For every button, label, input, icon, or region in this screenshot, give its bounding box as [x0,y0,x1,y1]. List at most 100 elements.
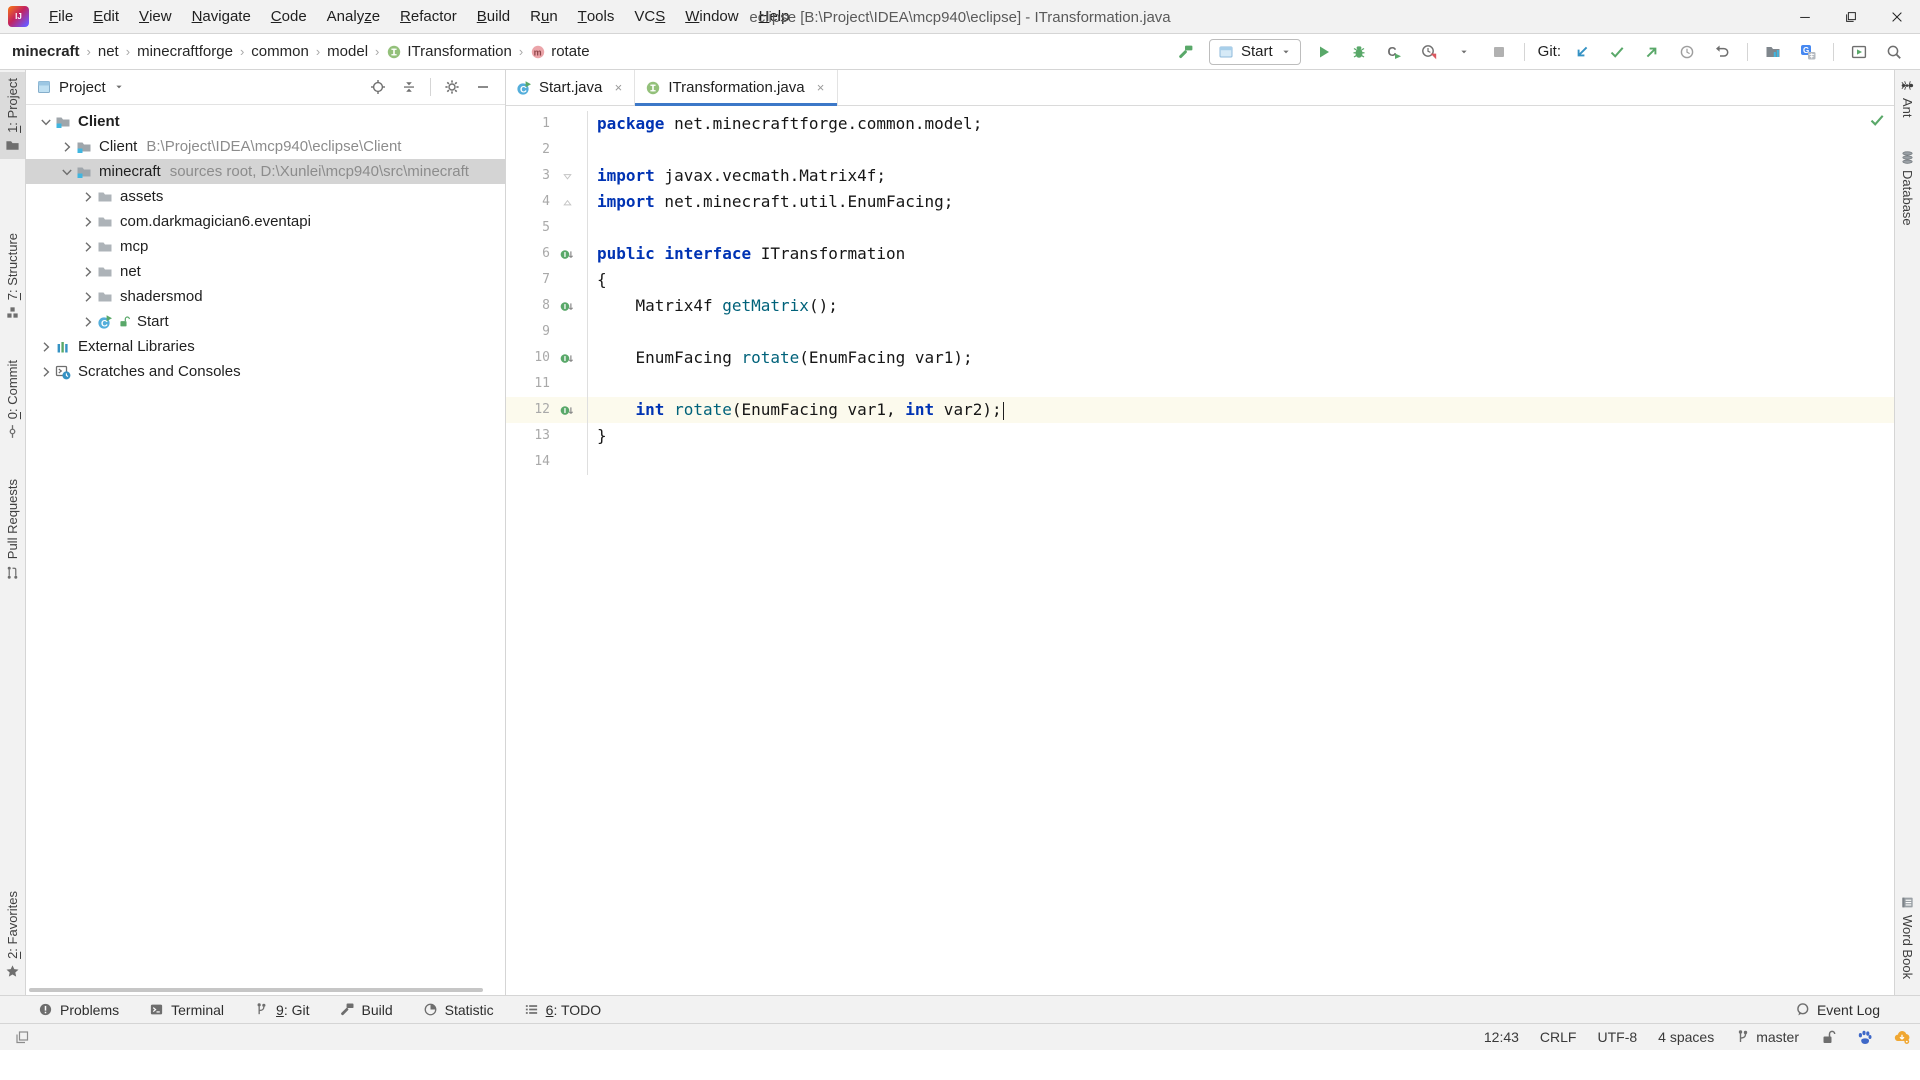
inspection-status-icon[interactable] [1869,112,1885,128]
run-with-coverage-button[interactable]: C [1382,40,1406,64]
file-encoding[interactable]: UTF-8 [1597,1029,1637,1045]
menu-edit[interactable]: Edit [83,0,129,33]
window-minimize-button[interactable] [1782,0,1828,33]
profiler-button[interactable] [1417,40,1441,64]
menu-file[interactable]: File [39,0,83,33]
window-restore-button[interactable] [1828,0,1874,33]
editor-tab-start-java[interactable]: CStart.java× [506,70,635,105]
chevron-right-icon[interactable] [80,314,97,330]
chevron-right-icon[interactable] [80,239,97,255]
code-line-8[interactable]: 8 Matrix4f getMatrix(); [506,293,1894,319]
profiler-dropdown-button[interactable] [1452,40,1476,64]
run-button[interactable] [1312,40,1336,64]
tree-item-net[interactable]: net [26,259,505,284]
chevron-right-icon[interactable] [80,189,97,205]
code-editor[interactable]: 1package net.minecraftforge.common.model… [506,106,1894,995]
tool-window-button-7-structure[interactable]: 7: Structure [0,227,25,326]
project-panel-title[interactable]: Project [59,79,106,96]
readonly-toggle-button[interactable] [1820,1029,1836,1045]
code-line-10[interactable]: 10 EnumFacing rotate(EnumFacing var1); [506,345,1894,371]
hide-panel-button[interactable] [471,75,495,99]
gutter[interactable] [558,397,588,423]
chevron-right-icon[interactable] [80,289,97,305]
tool-window-switcher-button[interactable] [10,1025,34,1049]
menu-window[interactable]: Window [675,0,748,33]
locate-file-button[interactable] [366,75,390,99]
chevron-right-icon[interactable] [59,139,76,155]
tool-window-button-0-commit[interactable]: 0: Commit [0,354,25,445]
tree-item-minecraft[interactable]: minecraftsources root, D:\Xunlei\mcp940\… [26,159,505,184]
code-line-4[interactable]: 4import net.minecraft.util.EnumFacing; [506,189,1894,215]
tool-window-button-terminal[interactable]: Terminal [149,1002,224,1018]
menu-analyze[interactable]: Analyze [317,0,390,33]
remote-host-button[interactable] [1761,40,1785,64]
commit-button[interactable] [1605,40,1629,64]
debug-button[interactable] [1347,40,1371,64]
code-line-7[interactable]: 7{ [506,267,1894,293]
scrollbar-thumb[interactable] [29,988,483,992]
close-tab-icon[interactable]: × [815,80,827,95]
collapse-all-button[interactable] [397,75,421,99]
menu-tools[interactable]: Tools [568,0,625,33]
menu-run[interactable]: Run [520,0,568,33]
panel-settings-button[interactable] [440,75,464,99]
menu-navigate[interactable]: Navigate [182,0,261,33]
editor-tab-itransformation-java[interactable]: ITransformation.java× [635,70,837,105]
tree-item-com-darkmagician6-eventapi[interactable]: com.darkmagician6.eventapi [26,209,505,234]
menu-code[interactable]: Code [261,0,317,33]
code-line-13[interactable]: 13} [506,423,1894,449]
tool-window-button-9-git[interactable]: 9: Git [254,1002,309,1018]
menu-vcs[interactable]: VCS [624,0,675,33]
gutter[interactable] [558,345,588,371]
tree-item-scratches-and-consoles[interactable]: Scratches and Consoles [26,359,505,384]
line-separator[interactable]: CRLF [1540,1029,1577,1045]
breadcrumb-rotate[interactable]: mrotate [530,43,589,60]
tool-window-button-6-todo[interactable]: 6: TODO [524,1002,602,1018]
tree-item-assets[interactable]: assets [26,184,505,209]
tree-item-shadersmod[interactable]: shadersmod [26,284,505,309]
horizontal-scrollbar[interactable] [26,986,505,995]
run-configuration-selector[interactable]: Start [1209,39,1301,65]
tool-window-button-ant[interactable]: Ant [1895,72,1920,124]
chevron-right-icon[interactable] [38,339,55,355]
settings-sync-button[interactable] [1894,1029,1910,1045]
tree-item-client[interactable]: ClientB:\Project\IDEA\mcp940\eclipse\Cli… [26,134,505,159]
tool-window-button-word-book[interactable]: Word Book [1895,889,1920,985]
tool-window-button-event-log[interactable]: Event Log [1795,1002,1880,1018]
gutter[interactable] [558,241,588,267]
code-line-1[interactable]: 1package net.minecraftforge.common.model… [506,111,1894,137]
indent-style[interactable]: 4 spaces [1658,1029,1714,1045]
close-tab-icon[interactable]: × [612,80,624,95]
code-line-6[interactable]: 6public interface ITransformation [506,241,1894,267]
code-line-3[interactable]: 3import javax.vecmath.Matrix4f; [506,163,1894,189]
chevron-right-icon[interactable] [38,364,55,380]
breadcrumb-common[interactable]: common [251,43,309,60]
menu-refactor[interactable]: Refactor [390,0,467,33]
menu-view[interactable]: View [129,0,182,33]
caret-position[interactable]: 12:43 [1484,1029,1519,1045]
git-branch[interactable]: master [1735,1029,1799,1045]
tree-item-external-libraries[interactable]: External Libraries [26,334,505,359]
breadcrumb-model[interactable]: model [327,43,368,60]
code-line-9[interactable]: 9 [506,319,1894,345]
chevron-right-icon[interactable] [80,264,97,280]
chevron-down-icon[interactable] [59,164,76,180]
translate-button[interactable]: G [1796,40,1820,64]
breadcrumb-minecraftforge[interactable]: minecraftforge [137,43,233,60]
build-project-button[interactable] [1174,40,1198,64]
tree-item-mcp[interactable]: mcp [26,234,505,259]
gutter[interactable] [558,293,588,319]
menu-build[interactable]: Build [467,0,520,33]
chevron-right-icon[interactable] [80,214,97,230]
tool-window-button-build[interactable]: Build [340,1002,393,1018]
breadcrumb-itransformation[interactable]: ITransformation [386,43,511,60]
code-line-12[interactable]: 12 int rotate(EnumFacing var1, int var2)… [506,397,1894,423]
breadcrumb-net[interactable]: net [98,43,119,60]
tool-window-button-1-project[interactable]: 1: Project [0,72,25,159]
tool-window-button-problems[interactable]: Problems [38,1002,119,1018]
code-line-14[interactable]: 14 [506,449,1894,475]
update-project-button[interactable] [1570,40,1594,64]
code-line-5[interactable]: 5 [506,215,1894,241]
window-close-button[interactable] [1874,0,1920,33]
tree-item-start[interactable]: CStart [26,309,505,334]
